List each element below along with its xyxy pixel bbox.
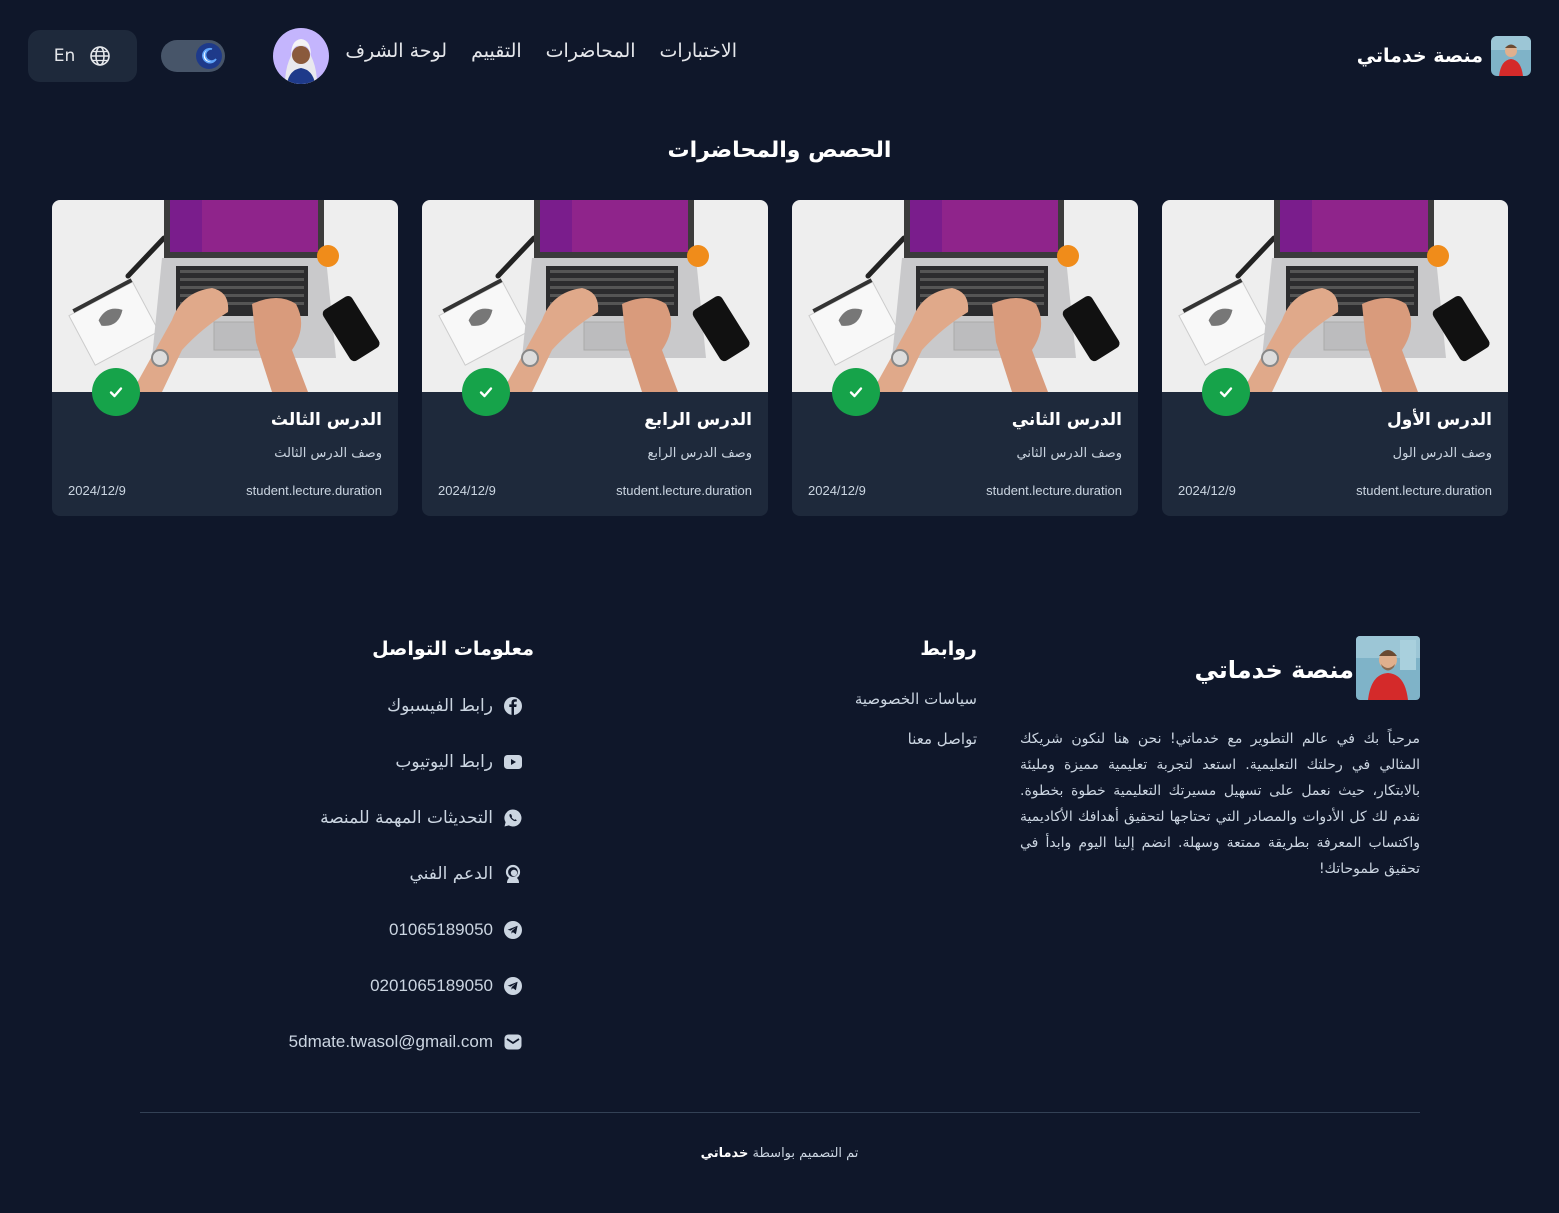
contact-label: الدعم الفني xyxy=(409,864,494,884)
moon-icon xyxy=(196,43,222,69)
contact-label: 0201065189050 xyxy=(370,976,493,995)
check-icon xyxy=(92,368,140,416)
lecture-card[interactable]: الدرس الرابع وصف الدرس الرابع student.le… xyxy=(422,200,768,516)
telegram-icon xyxy=(503,976,523,996)
check-icon xyxy=(1202,368,1250,416)
mail-icon xyxy=(503,1032,523,1052)
telegram-link-1[interactable]: 01065189050 xyxy=(389,920,523,940)
lecture-duration: student.lecture.duration xyxy=(1356,483,1492,498)
lecture-card[interactable]: الدرس الأول وصف الدرس الول student.lectu… xyxy=(1162,200,1508,516)
telegram-link-2[interactable]: 0201065189050 xyxy=(370,976,523,996)
lecture-description: وصف الدرس الثاني xyxy=(1016,446,1123,461)
contact-label: رابط اليوتيوب xyxy=(395,752,493,772)
lecture-title: الدرس الأول xyxy=(1387,410,1492,430)
footer-contact-title: معلومات التواصل xyxy=(372,638,534,660)
whatsapp-icon xyxy=(503,808,523,828)
lecture-duration: student.lecture.duration xyxy=(616,483,752,498)
main-nav: الاختبارات المحاضرات التقييم لوحة الشرف xyxy=(345,40,737,62)
lecture-duration: student.lecture.duration xyxy=(246,483,382,498)
lecture-thumbnail xyxy=(792,200,1138,392)
privacy-policy-link[interactable]: سياسات الخصوصية xyxy=(855,690,977,708)
lecture-thumbnail xyxy=(52,200,398,392)
credit-name[interactable]: خدماتي xyxy=(701,1146,749,1161)
brand-logo xyxy=(1491,36,1531,76)
nav-exams[interactable]: الاختبارات xyxy=(660,40,737,62)
telegram-icon xyxy=(503,920,523,940)
lecture-date: 2024/12/9 xyxy=(1178,483,1236,498)
lecture-duration: student.lecture.duration xyxy=(986,483,1122,498)
top-navbar: منصة خدماتي الاختبارات المحاضرات التقييم… xyxy=(0,0,1559,112)
whatsapp-link[interactable]: التحديثات المهمة للمنصة xyxy=(320,808,523,828)
contact-label: التحديثات المهمة للمنصة xyxy=(320,808,493,828)
youtube-link[interactable]: رابط اليوتيوب xyxy=(395,752,523,772)
nav-honor-board[interactable]: لوحة الشرف xyxy=(345,40,447,62)
nav-rating[interactable]: التقييم xyxy=(471,40,522,62)
facebook-link[interactable]: رابط الفيسبوك xyxy=(387,696,523,716)
nav-lectures[interactable]: المحاضرات xyxy=(546,40,636,62)
footer-brand-name: منصة خدماتي xyxy=(1194,656,1354,684)
lecture-description: وصف الدرس الرابع xyxy=(647,446,752,461)
footer-brand-logo xyxy=(1356,636,1420,700)
contact-label: 5dmate.twasol@gmail.com xyxy=(288,1032,493,1051)
credit-prefix: تم التصميم بواسطة xyxy=(752,1146,859,1161)
email-link[interactable]: 5dmate.twasol@gmail.com xyxy=(289,1032,523,1052)
lecture-card[interactable]: الدرس الثاني وصف الدرس الثاني student.le… xyxy=(792,200,1138,516)
lecture-thumbnail xyxy=(1162,200,1508,392)
lecture-title: الدرس الثالث xyxy=(270,410,382,430)
section-title: الحصص والمحاضرات xyxy=(667,138,892,163)
footer-about: مرحباً بك في عالم التطوير مع خدماتي! نحن… xyxy=(1020,731,1420,877)
lecture-date: 2024/12/9 xyxy=(438,483,496,498)
lecture-title: الدرس الرابع xyxy=(644,410,752,430)
user-avatar[interactable] xyxy=(273,28,329,84)
footer-credit: تم التصميم بواسطة خدماتي xyxy=(0,1146,1559,1161)
lecture-description: وصف الدرس الول xyxy=(1392,446,1492,461)
theme-toggle[interactable] xyxy=(161,40,225,72)
check-icon xyxy=(462,368,510,416)
lecture-date: 2024/12/9 xyxy=(808,483,866,498)
footer-brand: منصة خدماتي xyxy=(1194,636,1420,700)
lecture-date: 2024/12/9 xyxy=(68,483,126,498)
language-button[interactable]: En xyxy=(28,30,137,82)
brand-name: منصة خدماتي xyxy=(1356,45,1483,67)
lecture-thumbnail xyxy=(422,200,768,392)
contact-label: 01065189050 xyxy=(388,920,493,939)
globe-icon xyxy=(90,46,111,66)
lecture-description: وصف الدرس الثالث xyxy=(274,446,382,461)
language-label: En xyxy=(53,46,76,66)
brand[interactable]: منصة خدماتي xyxy=(1357,36,1531,76)
check-icon xyxy=(832,368,880,416)
lecture-cards: الدرس الأول وصف الدرس الول student.lectu… xyxy=(52,200,1508,516)
support-icon xyxy=(503,864,523,884)
footer-links-title: روابط xyxy=(920,638,977,660)
youtube-icon xyxy=(503,752,523,772)
footer-divider xyxy=(140,1112,1420,1113)
facebook-icon xyxy=(503,696,523,716)
lecture-title: الدرس الثاني xyxy=(1011,410,1122,430)
support-link[interactable]: الدعم الفني xyxy=(410,864,524,884)
contact-label: رابط الفيسبوك xyxy=(387,696,493,716)
lecture-card[interactable]: الدرس الثالث وصف الدرس الثالث student.le… xyxy=(52,200,398,516)
contact-us-link[interactable]: تواصل معنا xyxy=(908,730,977,748)
